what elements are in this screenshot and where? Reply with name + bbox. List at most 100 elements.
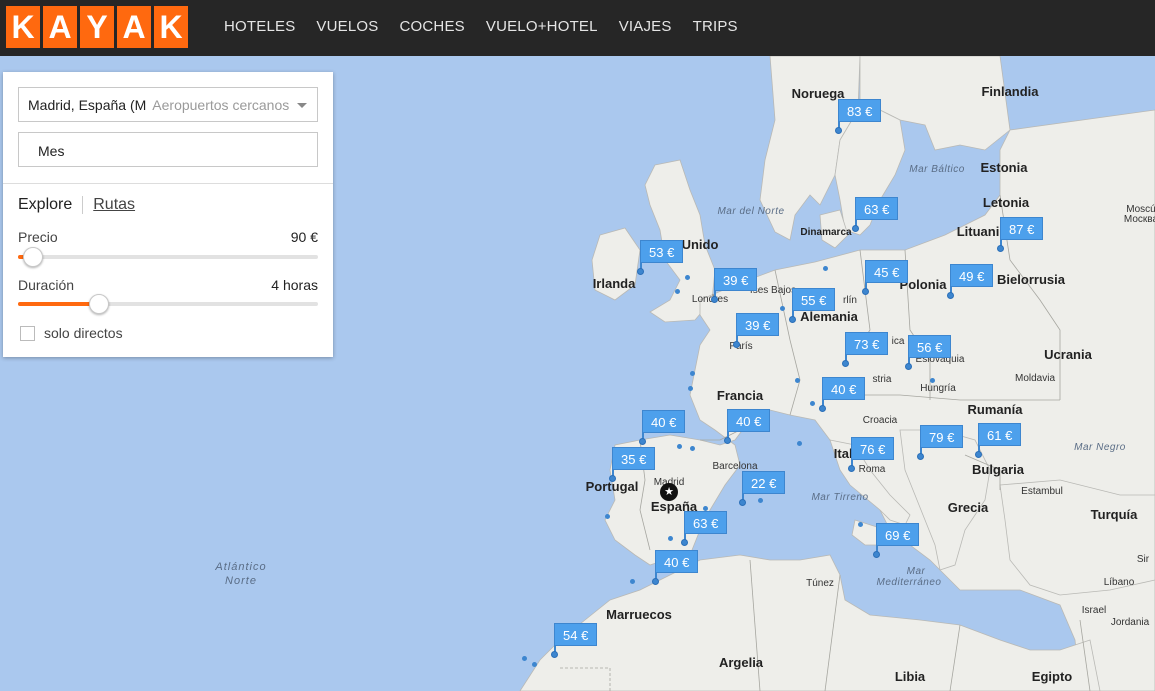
nav-cars[interactable]: COCHES	[399, 18, 464, 35]
price-tag[interactable]: 45 €	[865, 260, 909, 283]
map-label: Mar del Norte	[717, 206, 785, 217]
destination-dot[interactable]	[690, 371, 695, 376]
pin-dot	[835, 127, 842, 134]
map-label: Finlandia	[981, 84, 1039, 99]
destination-dot[interactable]	[688, 386, 693, 391]
view-tabs: Explore Rutas	[18, 196, 135, 214]
price-tag[interactable]: 83 €	[838, 99, 882, 122]
nav-trips-packages[interactable]: VIAJES	[619, 18, 672, 35]
date-value: Mes	[38, 143, 65, 159]
map-label: Egipto	[1031, 669, 1073, 684]
price-tag[interactable]: 73 €	[845, 332, 889, 355]
checkbox-box[interactable]	[20, 325, 35, 341]
price-tag[interactable]: 76 €	[851, 437, 895, 460]
origin-input[interactable]: Madrid, España (M Aeropuertos cercanos	[18, 87, 318, 122]
price-slider[interactable]	[18, 247, 318, 267]
chevron-down-icon[interactable]	[297, 103, 307, 108]
pin-dot	[852, 225, 859, 232]
nav-flights[interactable]: VUELOS	[316, 18, 378, 35]
map-label: rlín	[843, 295, 857, 306]
pin-dot	[551, 651, 558, 658]
destination-dot[interactable]	[685, 275, 690, 280]
map-label: Grecia	[947, 500, 989, 515]
map-label: Sir	[1136, 554, 1150, 565]
destination-dot[interactable]	[630, 579, 635, 584]
price-tag[interactable]: 40 €	[655, 550, 699, 573]
map-label: Mar Tirreno	[811, 492, 869, 503]
price-tag[interactable]: 54 €	[554, 623, 598, 646]
duration-value: 4 horas	[271, 277, 318, 293]
map-label: Moldavia	[1014, 373, 1056, 384]
price-value: 90 €	[290, 229, 318, 245]
map-label: Líbano	[1103, 577, 1135, 588]
price-tag[interactable]: 55 €	[792, 288, 836, 311]
price-tag[interactable]: 40 €	[822, 377, 866, 400]
map-label: Israel	[1081, 605, 1107, 616]
destination-dot[interactable]	[858, 522, 863, 527]
map-label: Roma	[858, 464, 886, 475]
tab-routes[interactable]: Rutas	[93, 196, 135, 214]
map-label: Estonia	[980, 160, 1028, 175]
destination-dot[interactable]	[532, 662, 537, 667]
divider	[82, 196, 84, 214]
price-tag[interactable]: 39 €	[714, 268, 758, 291]
price-tag[interactable]: 63 €	[684, 511, 728, 534]
destination-dot[interactable]	[605, 514, 610, 519]
map-label: Jordania	[1110, 617, 1150, 628]
tab-explore[interactable]: Explore	[18, 196, 72, 214]
destination-dot[interactable]	[668, 536, 673, 541]
price-tag[interactable]: 61 €	[978, 423, 1022, 446]
map-label: Libia	[894, 669, 926, 684]
nav-hotels[interactable]: HOTELES	[224, 18, 295, 35]
duration-slider-handle[interactable]	[89, 294, 109, 314]
nav-flight-hotel[interactable]: VUELO+HOTEL	[486, 18, 598, 35]
destination-dot[interactable]	[677, 444, 682, 449]
price-tag[interactable]: 79 €	[920, 425, 964, 448]
divider	[3, 183, 333, 184]
map-label: Turquía	[1090, 507, 1138, 522]
destination-dot[interactable]	[690, 446, 695, 451]
pin-dot	[842, 360, 849, 367]
price-tag[interactable]: 53 €	[640, 240, 684, 263]
pin-dot	[819, 405, 826, 412]
main-nav: HOTELES VUELOS COCHES VUELO+HOTEL VIAJES…	[224, 18, 738, 35]
destination-dot[interactable]	[930, 378, 935, 383]
map-label: Mediterráneo	[876, 577, 942, 588]
price-tag[interactable]: 22 €	[742, 471, 786, 494]
date-input[interactable]: Mes	[18, 132, 318, 167]
kayak-logo[interactable]: K A Y A K	[6, 6, 188, 48]
destination-dot[interactable]	[780, 306, 785, 311]
map-label: Irlanda	[592, 276, 636, 291]
duration-slider[interactable]	[18, 294, 318, 314]
price-tag[interactable]: 56 €	[908, 335, 952, 358]
price-tag[interactable]: 49 €	[950, 264, 994, 287]
origin-star-icon: ★	[660, 483, 678, 501]
destination-dot[interactable]	[675, 289, 680, 294]
price-tag[interactable]: 63 €	[855, 197, 899, 220]
pin-dot	[862, 288, 869, 295]
destination-dot[interactable]	[797, 441, 802, 446]
pin-dot	[724, 437, 731, 444]
map-label: Francia	[716, 388, 764, 403]
map-label: Atlántico	[215, 561, 267, 573]
price-tag[interactable]: 35 €	[612, 447, 656, 470]
pin-dot	[609, 475, 616, 482]
destination-dot[interactable]	[810, 401, 815, 406]
destination-dot[interactable]	[522, 656, 527, 661]
price-tag[interactable]: 69 €	[876, 523, 920, 546]
price-tag[interactable]: 87 €	[1000, 217, 1044, 240]
price-tag[interactable]: 40 €	[727, 409, 771, 432]
price-tag[interactable]: 39 €	[736, 313, 780, 336]
map-label: Bielorrusia	[997, 272, 1065, 287]
price-tag[interactable]: 40 €	[642, 410, 686, 433]
nav-trips[interactable]: TRIPS	[693, 18, 738, 35]
destination-dot[interactable]	[758, 498, 763, 503]
pin-dot	[639, 438, 646, 445]
direct-only-checkbox[interactable]: solo directos	[20, 325, 123, 341]
top-navigation-bar: K A Y A K HOTELES VUELOS COCHES VUELO+HO…	[0, 0, 1155, 56]
price-slider-handle[interactable]	[23, 247, 43, 267]
logo-letter: Y	[80, 6, 114, 48]
destination-dot[interactable]	[823, 266, 828, 271]
map-label: Dinamarca	[800, 227, 852, 238]
destination-dot[interactable]	[795, 378, 800, 383]
